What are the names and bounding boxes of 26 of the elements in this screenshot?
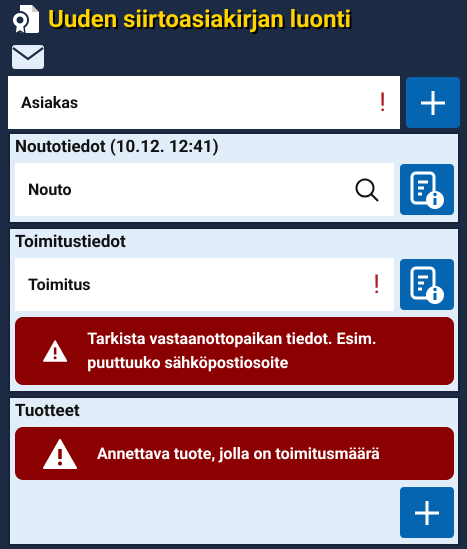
section-heading: Tuotteet [15, 401, 81, 421]
add-button[interactable] [406, 77, 460, 128]
details-button[interactable] [400, 164, 454, 215]
section-heading: Toimitustiedot [15, 232, 127, 252]
field-label: Nouto [28, 180, 72, 199]
field-label: Toimitus [28, 275, 91, 294]
error-message: Tarkista vastaanottopaikan tiedot. Esim. puuttuuko sähköpostiosoite [87, 328, 378, 374]
required-indicator: ! [373, 270, 380, 300]
warning-icon [43, 438, 77, 468]
error-message: Annettava tuote, jolla on toimitusmäärä [97, 442, 380, 464]
search-icon[interactable] [354, 176, 380, 202]
document-info-icon [409, 266, 445, 304]
section-heading: Noutotiedot (10.12. 12:41) [15, 137, 220, 157]
input-field[interactable]: Nouto [15, 163, 394, 216]
add-button[interactable] [400, 487, 454, 538]
required-indicator: ! [379, 88, 386, 118]
input-field[interactable]: Asiakas ! [8, 76, 400, 129]
mail-icon[interactable] [12, 45, 44, 69]
details-button[interactable] [400, 259, 454, 310]
plus-icon [414, 500, 440, 526]
document-badge-icon [10, 3, 42, 35]
plus-icon [420, 90, 446, 116]
field-label: Asiakas [21, 93, 78, 112]
document-info-icon [409, 170, 445, 208]
window-title: Uuden siirtoasiakirjan luonti [48, 5, 352, 33]
input-field[interactable]: Toimitus ! [15, 258, 394, 311]
